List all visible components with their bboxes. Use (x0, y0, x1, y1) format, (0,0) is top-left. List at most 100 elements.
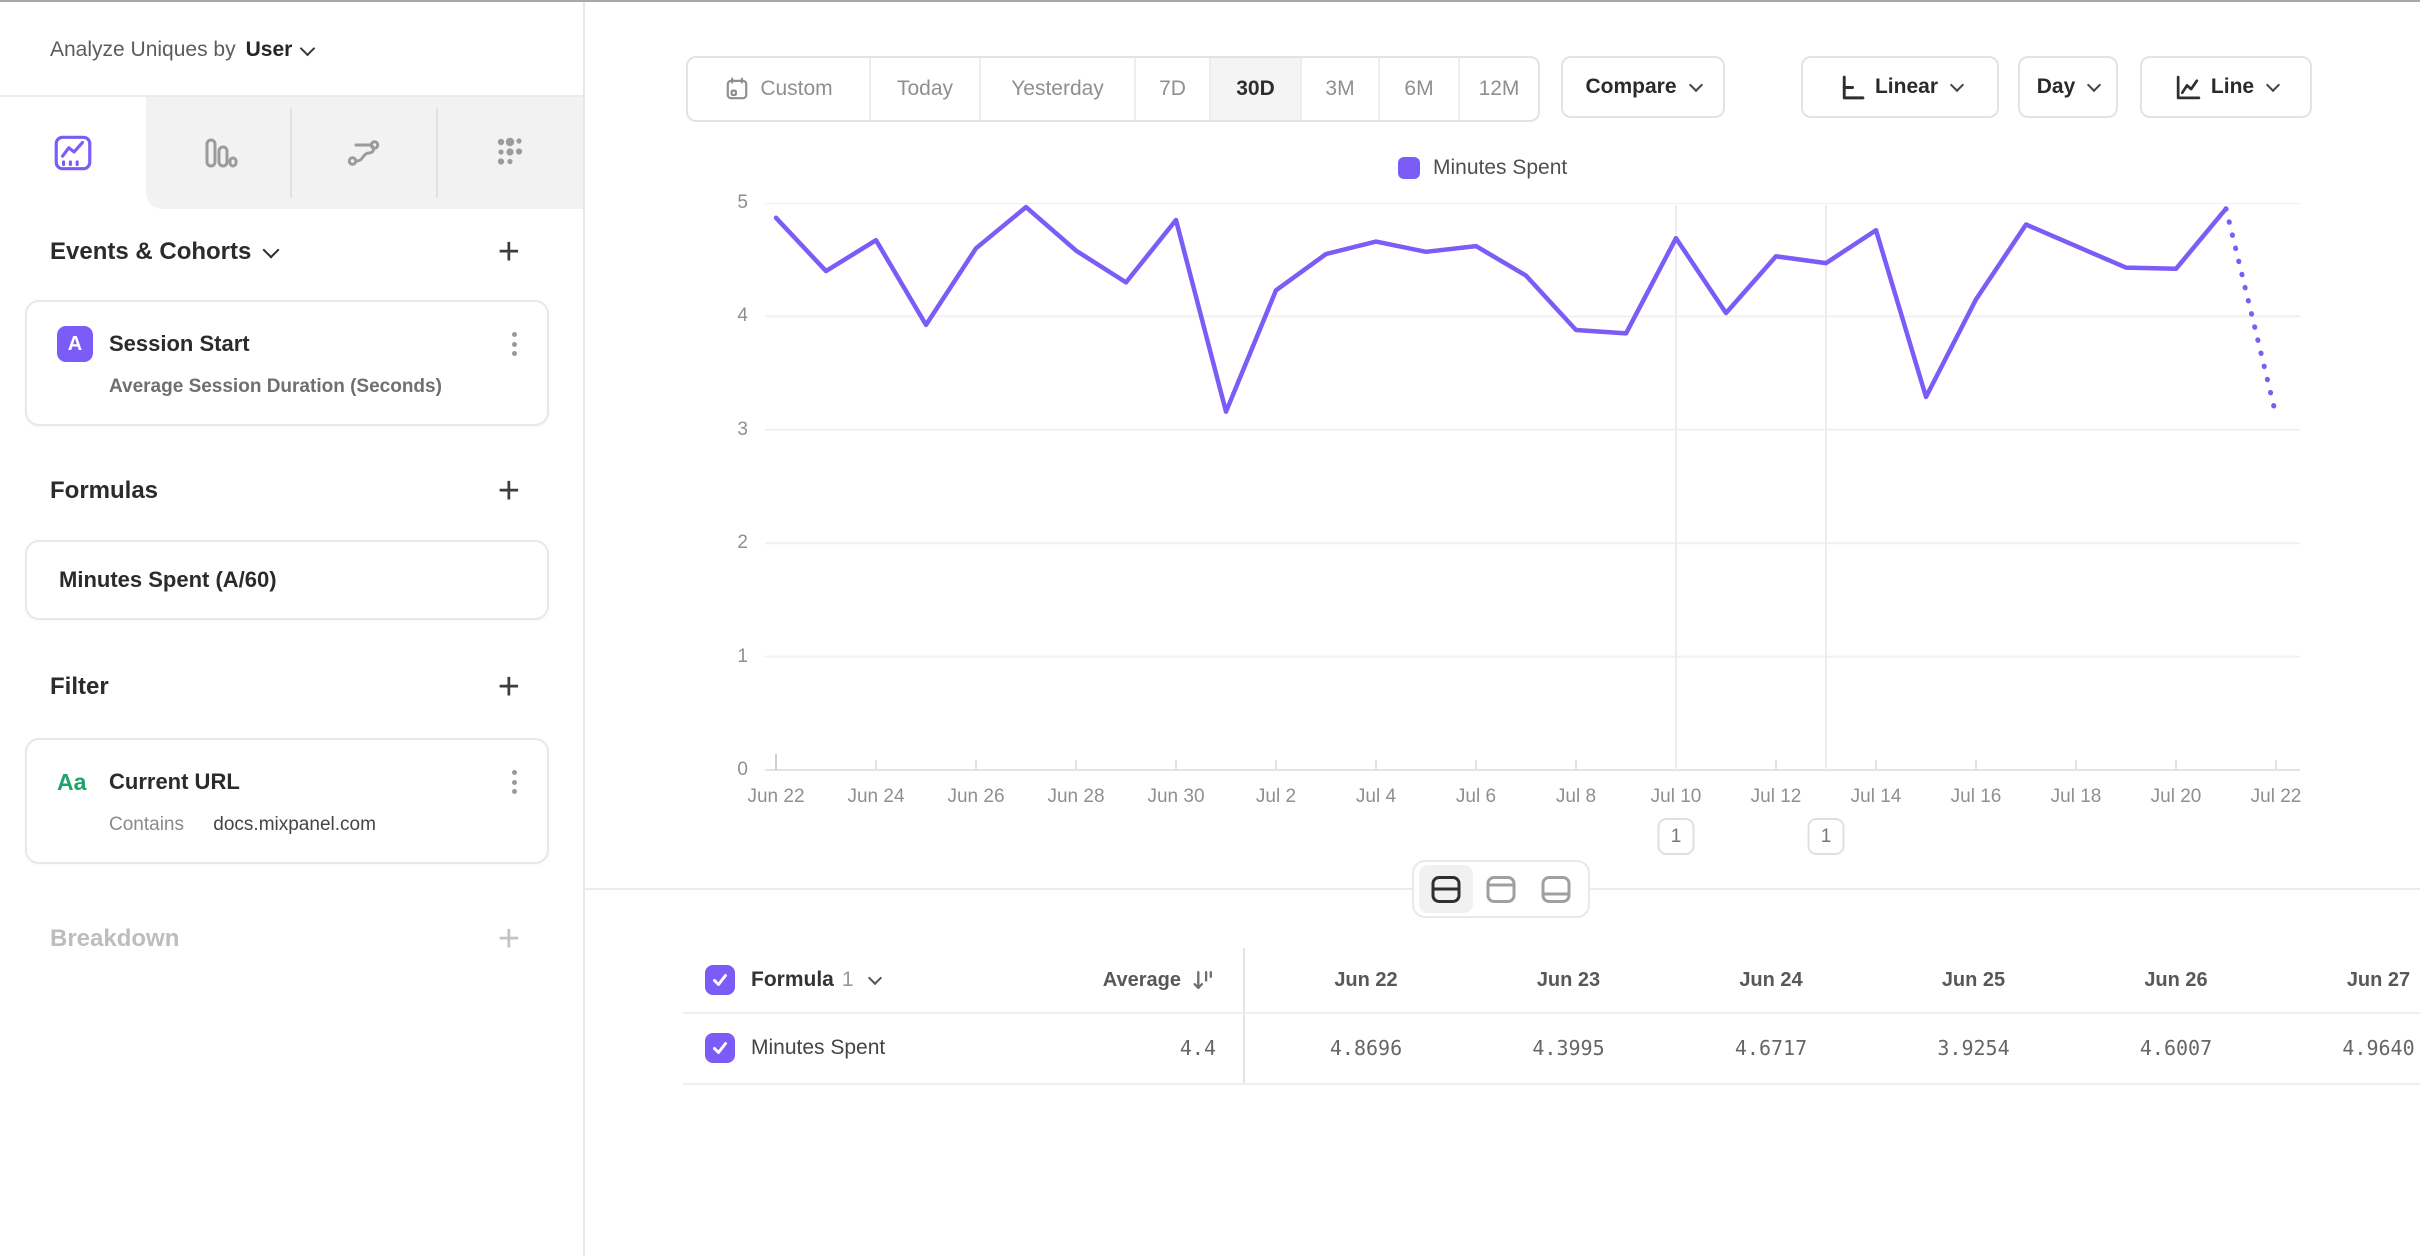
y-axis-label: 2 (704, 532, 748, 554)
add-breakdown-button[interactable]: + (498, 920, 520, 958)
analyze-uniques-row: Analyze Uniques by User (50, 24, 313, 76)
grid-dots-icon (489, 132, 531, 174)
filter-card[interactable]: Aa Current URL Contains docs.mixpanel.co… (25, 738, 549, 864)
x-axis-label: Jul 8 (1556, 786, 1596, 808)
breakdown-label: Breakdown (50, 925, 179, 953)
range-today[interactable]: Today (869, 58, 979, 120)
y-axis-label: 1 (704, 646, 748, 668)
compare-button[interactable]: Compare (1561, 56, 1725, 118)
y-axis-label: 5 (704, 192, 748, 214)
linear-scale-icon (1838, 74, 1865, 101)
scale-dropdown[interactable]: Linear (1801, 56, 1999, 118)
chevron-down-icon (1950, 78, 1964, 92)
event-name[interactable]: Session Start (109, 331, 250, 357)
line-chart-plot[interactable] (765, 203, 2300, 775)
line-chart-type-icon (2174, 74, 2201, 101)
average-column-header[interactable]: Average (990, 948, 1216, 1012)
formula-name: Minutes Spent (A/60) (59, 567, 277, 593)
row-label: Minutes Spent (751, 1036, 885, 1060)
check-icon (710, 970, 730, 990)
table-row-minutes-spent[interactable]: Minutes Spent (705, 1014, 885, 1082)
tab-bar-chart[interactable] (146, 97, 292, 209)
sort-icon (1191, 969, 1216, 992)
chevron-down-icon (300, 40, 316, 56)
table-only-view-icon (1539, 874, 1573, 905)
annotation-marker-jul-10[interactable]: 1 (1658, 818, 1695, 855)
x-axis-label: Jul 4 (1356, 786, 1396, 808)
date-column-header[interactable]: Jun 22 (1265, 948, 1467, 1012)
filter-property-name[interactable]: Current URL (109, 769, 240, 795)
chevron-down-icon (867, 971, 881, 985)
date-value-cell: 4.9640 (2278, 1014, 2420, 1082)
tab-insights-line-chart[interactable] (0, 97, 146, 209)
x-axis-label: Jun 22 (747, 786, 804, 808)
bar-chart-icon (198, 132, 240, 174)
tab-retention-grid[interactable] (437, 97, 583, 209)
chevron-down-icon (2087, 78, 2101, 92)
date-column-header[interactable]: Jun 26 (2075, 948, 2277, 1012)
x-axis-label: Jul 14 (1851, 786, 1902, 808)
mixpanel-insights-app: Analyze Uniques by User (0, 0, 2420, 1256)
compare-label: Compare (1585, 75, 1676, 99)
table-column-divider (1243, 948, 1245, 1084)
tab-flow[interactable] (291, 97, 437, 209)
range-yesterday[interactable]: Yesterday (979, 58, 1134, 120)
events-cohorts-label: Events & Cohorts (50, 238, 251, 266)
date-value-cell: 4.8696 (1265, 1014, 1467, 1082)
date-value-cell: 4.6007 (2075, 1014, 2277, 1082)
add-formula-button[interactable]: + (498, 472, 520, 510)
x-axis-label: Jul 6 (1456, 786, 1496, 808)
table-group-header[interactable]: Formula 1 (705, 948, 880, 1012)
y-axis-label: 4 (704, 305, 748, 327)
chevron-down-icon (1688, 78, 1702, 92)
breakdown-header: Breakdown + (50, 920, 520, 958)
annotation-marker-jul-13[interactable]: 1 (1808, 818, 1845, 855)
formula-checkbox[interactable] (705, 965, 735, 995)
granularity-dropdown[interactable]: Day (2018, 56, 2118, 118)
filter-menu-button[interactable] (506, 764, 523, 800)
layout-option-split-view[interactable] (1419, 865, 1473, 913)
average-value-cell: 4.4 (1050, 1014, 1216, 1082)
x-axis-label: Jun 28 (1047, 786, 1104, 808)
chart-only-view-icon (1484, 874, 1518, 905)
range-custom[interactable]: Custom (688, 58, 869, 120)
filter-operator[interactable]: Contains (109, 814, 184, 835)
x-axis-label: Jul 22 (2251, 786, 2302, 808)
scale-label: Linear (1875, 75, 1938, 99)
event-letter-badge: A (57, 326, 93, 362)
formula-card[interactable]: Minutes Spent (A/60) (25, 540, 549, 620)
add-event-button[interactable]: + (498, 233, 520, 271)
date-column-header[interactable]: Jun 23 (1468, 948, 1670, 1012)
range-3m[interactable]: 3M (1300, 58, 1378, 120)
range-7d[interactable]: 7D (1134, 58, 1209, 120)
range-6m[interactable]: 6M (1378, 58, 1458, 120)
formulas-header: Formulas + (50, 472, 520, 510)
event-aggregation[interactable]: Average Session Duration (Seconds) (27, 362, 547, 424)
legend-item-minutes-spent[interactable]: Minutes Spent (1398, 156, 1567, 180)
range-30d[interactable]: 30D (1209, 58, 1300, 120)
filter-value[interactable]: docs.mixpanel.com (213, 814, 376, 835)
layout-option-table-only-view[interactable] (1529, 865, 1583, 913)
granularity-label: Day (2037, 75, 2076, 99)
add-filter-button[interactable]: + (498, 668, 520, 706)
x-axis-label: Jul 16 (1951, 786, 2002, 808)
row-checkbox[interactable] (705, 1033, 735, 1063)
chart-type-dropdown[interactable]: Line (2140, 56, 2312, 118)
date-column-header[interactable]: Jun 25 (1873, 948, 2075, 1012)
analyze-by-dropdown[interactable]: User (236, 38, 314, 62)
analyze-by-value: User (246, 38, 293, 62)
line-chart-icon (51, 131, 95, 175)
check-icon (710, 1038, 730, 1058)
layout-option-chart-only-view[interactable] (1474, 865, 1528, 913)
filter-label: Filter (50, 673, 109, 701)
property-type-icon: Aa (57, 769, 101, 796)
split-view-icon (1429, 874, 1463, 905)
date-column-header[interactable]: Jun 24 (1670, 948, 1872, 1012)
group-number: 1 (842, 968, 854, 992)
event-menu-button[interactable] (506, 326, 523, 362)
event-card[interactable]: A Session Start Average Session Duration… (25, 300, 549, 426)
range-12m[interactable]: 12M (1458, 58, 1538, 120)
chevron-down-icon[interactable] (263, 242, 280, 259)
x-axis-label: Jun 26 (947, 786, 1004, 808)
date-column-header[interactable]: Jun 27 (2278, 948, 2420, 1012)
